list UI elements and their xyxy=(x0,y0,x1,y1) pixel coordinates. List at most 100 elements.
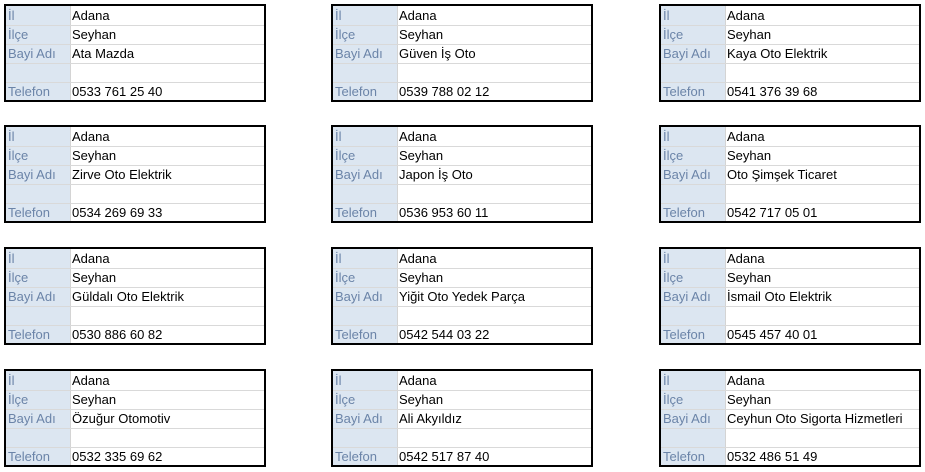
field-value-bayi-adi[interactable]: Oto Şimşek Ticaret xyxy=(727,167,837,182)
card-row-telefon: Telefon 0532 486 51 49 xyxy=(661,447,919,467)
field-value-telefon[interactable]: 0532 486 51 49 xyxy=(727,449,817,464)
field-value-telefon[interactable]: 0533 761 25 40 xyxy=(72,84,162,99)
card-row-ilce: İlçe Seyhan xyxy=(6,25,264,45)
field-value-ilce[interactable]: Seyhan xyxy=(727,392,771,407)
field-label-il: İl xyxy=(335,8,342,23)
field-value-telefon[interactable]: 0530 886 60 82 xyxy=(72,327,162,342)
card-row-telefon: Telefon 0542 717 05 01 xyxy=(661,203,919,223)
dealer-card: İl Adana İlçe Seyhan Bayi Adı Güven İş Oto Tel… xyxy=(331,4,593,102)
card-row-blank xyxy=(6,428,264,448)
card-row-bayi-adi: Bayi Adı Güven İş Oto xyxy=(333,44,591,64)
field-value-il[interactable]: Adana xyxy=(727,129,765,144)
field-value-il[interactable]: Adana xyxy=(72,129,110,144)
card-row-bayi-adi: Bayi Adı Kaya Oto Elektrik xyxy=(661,44,919,64)
dealer-card: İl Adana İlçe Seyhan Bayi Adı Zirve Oto Elekt… xyxy=(4,125,266,223)
dealer-card: İl Adana İlçe Seyhan Bayi Adı Ata Mazda Telefo… xyxy=(4,4,266,102)
field-label-bayi-adi: Bayi Adı xyxy=(335,289,383,304)
field-label-telefon: Telefon xyxy=(663,84,705,99)
field-value-il[interactable]: Adana xyxy=(727,373,765,388)
field-value-bayi-adi[interactable]: Kaya Oto Elektrik xyxy=(727,46,827,61)
field-label-il: İl xyxy=(8,8,15,23)
field-value-telefon[interactable]: 0541 376 39 68 xyxy=(727,84,817,99)
field-label-il: İl xyxy=(663,373,670,388)
field-value-ilce[interactable]: Seyhan xyxy=(727,148,771,163)
field-value-il[interactable]: Adana xyxy=(399,373,437,388)
field-value-il[interactable]: Adana xyxy=(399,251,437,266)
field-value-ilce[interactable]: Seyhan xyxy=(399,148,443,163)
field-value-bayi-adi[interactable]: Ata Mazda xyxy=(72,46,134,61)
field-value-bayi-adi[interactable]: Özuğur Otomotiv xyxy=(72,411,170,426)
dealer-card: İl Adana İlçe Seyhan Bayi Adı Japon İş Oto Tel… xyxy=(331,125,593,223)
dealer-card: İl Adana İlçe Seyhan Bayi Adı Kaya Oto Elektr… xyxy=(659,4,921,102)
card-row-il: İl Adana xyxy=(6,371,264,391)
field-label-bayi-adi: Bayi Adı xyxy=(335,46,383,61)
field-value-il[interactable]: Adana xyxy=(72,251,110,266)
field-value-ilce[interactable]: Seyhan xyxy=(399,27,443,42)
field-value-ilce[interactable]: Seyhan xyxy=(72,27,116,42)
card-row-blank xyxy=(661,63,919,83)
field-value-telefon[interactable]: 0542 544 03 22 xyxy=(399,327,489,342)
field-value-ilce[interactable]: Seyhan xyxy=(727,270,771,285)
card-row-telefon: Telefon 0532 335 69 62 xyxy=(6,447,264,467)
field-value-bayi-adi[interactable]: Yiğit Oto Yedek Parça xyxy=(399,289,525,304)
field-value-telefon[interactable]: 0545 457 40 01 xyxy=(727,327,817,342)
field-value-bayi-adi[interactable]: Ceyhun Oto Sigorta Hizmetleri xyxy=(727,411,903,426)
dealer-card-grid: İl Adana İlçe Seyhan Bayi Adı Ata Mazda Telefo… xyxy=(0,0,925,472)
field-value-telefon[interactable]: 0542 517 87 40 xyxy=(399,449,489,464)
field-value-ilce[interactable]: Seyhan xyxy=(72,392,116,407)
field-label-ilce: İlçe xyxy=(663,148,684,163)
field-label-telefon: Telefon xyxy=(663,205,705,220)
field-label-bayi-adi: Bayi Adı xyxy=(663,167,711,182)
field-value-il[interactable]: Adana xyxy=(72,8,110,23)
field-label-telefon: Telefon xyxy=(663,327,705,342)
field-value-ilce[interactable]: Seyhan xyxy=(399,270,443,285)
card-row-blank xyxy=(6,184,264,204)
field-label-il: İl xyxy=(8,373,15,388)
field-value-telefon[interactable]: 0536 953 60 11 xyxy=(399,205,488,220)
field-value-ilce[interactable]: Seyhan xyxy=(399,392,443,407)
card-row-ilce: İlçe Seyhan xyxy=(661,146,919,166)
card-row-il: İl Adana xyxy=(6,249,264,269)
card-row-telefon: Telefon 0542 544 03 22 xyxy=(333,325,591,345)
card-row-ilce: İlçe Seyhan xyxy=(333,268,591,288)
field-value-ilce[interactable]: Seyhan xyxy=(72,148,116,163)
card-row-il: İl Adana xyxy=(661,127,919,147)
field-value-bayi-adi[interactable]: Japon İş Oto xyxy=(399,167,473,182)
card-row-bayi-adi: Bayi Adı Zirve Oto Elektrik xyxy=(6,165,264,185)
field-label-ilce: İlçe xyxy=(335,27,356,42)
field-label-telefon: Telefon xyxy=(8,327,50,342)
card-row-blank xyxy=(661,184,919,204)
field-value-il[interactable]: Adana xyxy=(399,8,437,23)
field-label-telefon: Telefon xyxy=(335,449,377,464)
field-label-telefon: Telefon xyxy=(335,327,377,342)
field-value-ilce[interactable]: Seyhan xyxy=(72,270,116,285)
card-row-blank xyxy=(333,184,591,204)
field-label-il: İl xyxy=(335,373,342,388)
field-value-bayi-adi[interactable]: Güldalı Oto Elektrik xyxy=(72,289,184,304)
field-value-bayi-adi[interactable]: Güven İş Oto xyxy=(399,46,476,61)
field-value-il[interactable]: Adana xyxy=(72,373,110,388)
field-value-telefon[interactable]: 0534 269 69 33 xyxy=(72,205,162,220)
field-value-bayi-adi[interactable]: Zirve Oto Elektrik xyxy=(72,167,172,182)
card-row-blank xyxy=(6,63,264,83)
field-value-telefon[interactable]: 0542 717 05 01 xyxy=(727,205,817,220)
field-value-il[interactable]: Adana xyxy=(727,251,765,266)
field-value-ilce[interactable]: Seyhan xyxy=(727,27,771,42)
field-value-telefon[interactable]: 0539 788 02 12 xyxy=(399,84,489,99)
card-row-telefon: Telefon 0534 269 69 33 xyxy=(6,203,264,223)
card-row-ilce: İlçe Seyhan xyxy=(333,390,591,410)
card-row-bayi-adi: Bayi Adı Japon İş Oto xyxy=(333,165,591,185)
card-row-ilce: İlçe Seyhan xyxy=(6,390,264,410)
field-value-telefon[interactable]: 0532 335 69 62 xyxy=(72,449,162,464)
field-label-bayi-adi: Bayi Adı xyxy=(8,411,56,426)
field-label-bayi-adi: Bayi Adı xyxy=(8,167,56,182)
dealer-card: İl Adana İlçe Seyhan Bayi Adı Oto Şimşek Tica… xyxy=(659,125,921,223)
card-row-il: İl Adana xyxy=(661,6,919,26)
field-value-il[interactable]: Adana xyxy=(399,129,437,144)
field-value-il[interactable]: Adana xyxy=(727,8,765,23)
field-value-bayi-adi[interactable]: İsmail Oto Elektrik xyxy=(727,289,832,304)
field-label-bayi-adi: Bayi Adı xyxy=(663,289,711,304)
card-row-telefon: Telefon 0539 788 02 12 xyxy=(333,82,591,102)
card-row-telefon: Telefon 0530 886 60 82 xyxy=(6,325,264,345)
field-value-bayi-adi[interactable]: Ali Akyıldız xyxy=(399,411,462,426)
